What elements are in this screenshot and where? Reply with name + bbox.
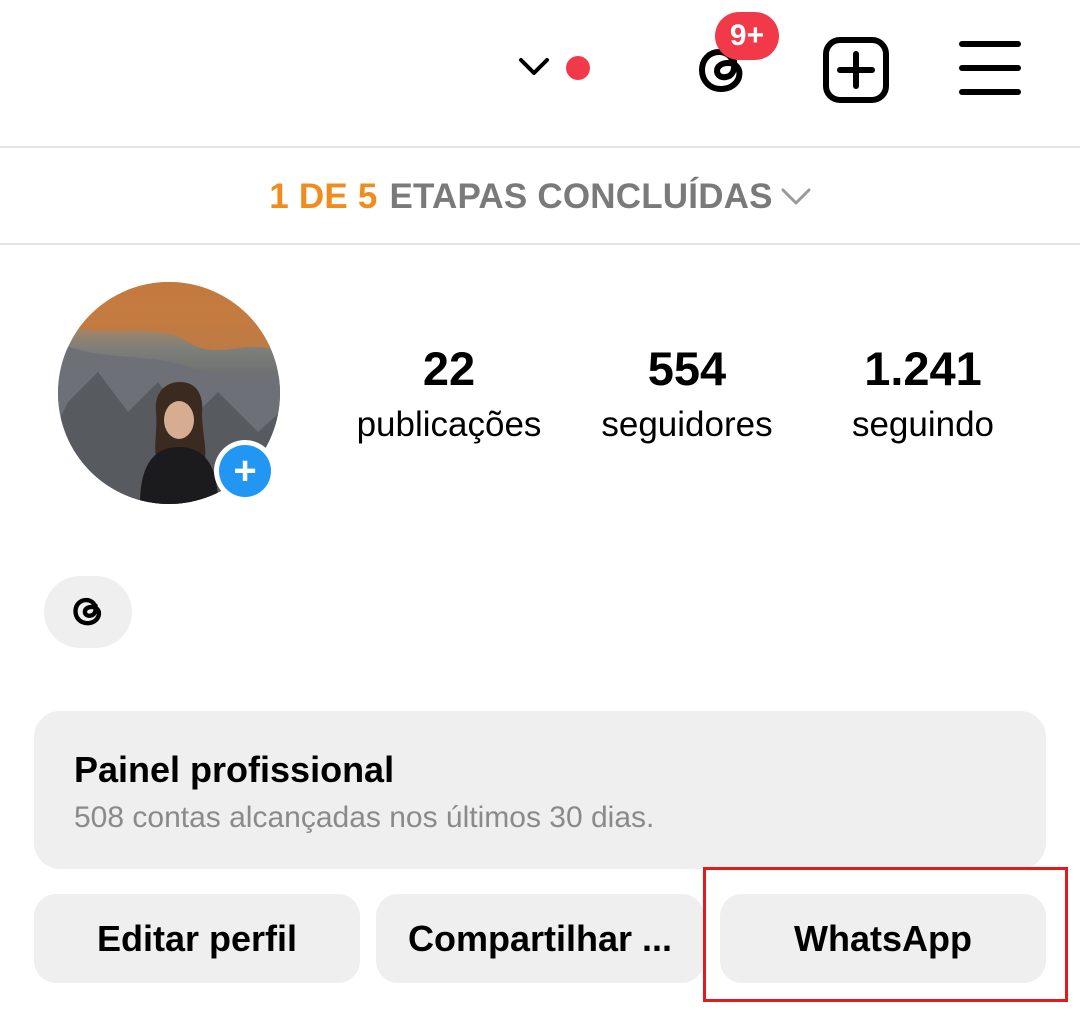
onboarding-progress[interactable]: 1 DE 5 ETAPAS CONCLUÍDAS bbox=[0, 150, 1080, 244]
chevron-down-icon bbox=[781, 188, 811, 206]
dashboard-title: Painel profissional bbox=[74, 749, 395, 790]
threads-profile-link[interactable] bbox=[44, 576, 132, 648]
divider bbox=[0, 243, 1080, 245]
account-switcher-chevron-down-icon[interactable] bbox=[514, 52, 554, 82]
stat-label: seguidores bbox=[601, 405, 773, 444]
onboarding-progress-label: ETAPAS CONCLUÍDAS bbox=[389, 177, 773, 216]
plus-square-icon[interactable] bbox=[822, 36, 890, 104]
hamburger-menu-icon[interactable] bbox=[958, 38, 1022, 98]
share-profile-button[interactable]: Compartilhar ... bbox=[376, 894, 704, 983]
stat-value: 554 bbox=[647, 342, 727, 395]
edit-profile-button[interactable]: Editar perfil bbox=[34, 894, 360, 983]
unread-dot bbox=[566, 56, 590, 80]
onboarding-progress-count: 1 DE 5 bbox=[269, 177, 378, 216]
threads-icon bbox=[68, 590, 108, 635]
stat-following[interactable]: 1.241 seguindo bbox=[803, 340, 1043, 450]
divider bbox=[0, 146, 1080, 148]
dashboard-subtitle: 508 contas alcançadas nos últimos 30 dia… bbox=[74, 801, 655, 834]
stat-value: 1.241 bbox=[864, 342, 982, 395]
stat-label: publicações bbox=[356, 405, 542, 444]
stat-posts[interactable]: 22 publicações bbox=[329, 340, 569, 450]
add-story-button[interactable]: + bbox=[214, 440, 276, 502]
highlight-box bbox=[703, 867, 1068, 1002]
notification-badge: 9+ bbox=[715, 12, 779, 60]
professional-dashboard-card[interactable]: Painel profissional 508 contas alcançada… bbox=[34, 711, 1046, 869]
stat-value: 22 bbox=[422, 342, 476, 395]
plus-icon: + bbox=[219, 445, 271, 497]
stat-label: seguindo bbox=[851, 405, 995, 444]
stat-followers[interactable]: 554 seguidores bbox=[567, 340, 807, 450]
